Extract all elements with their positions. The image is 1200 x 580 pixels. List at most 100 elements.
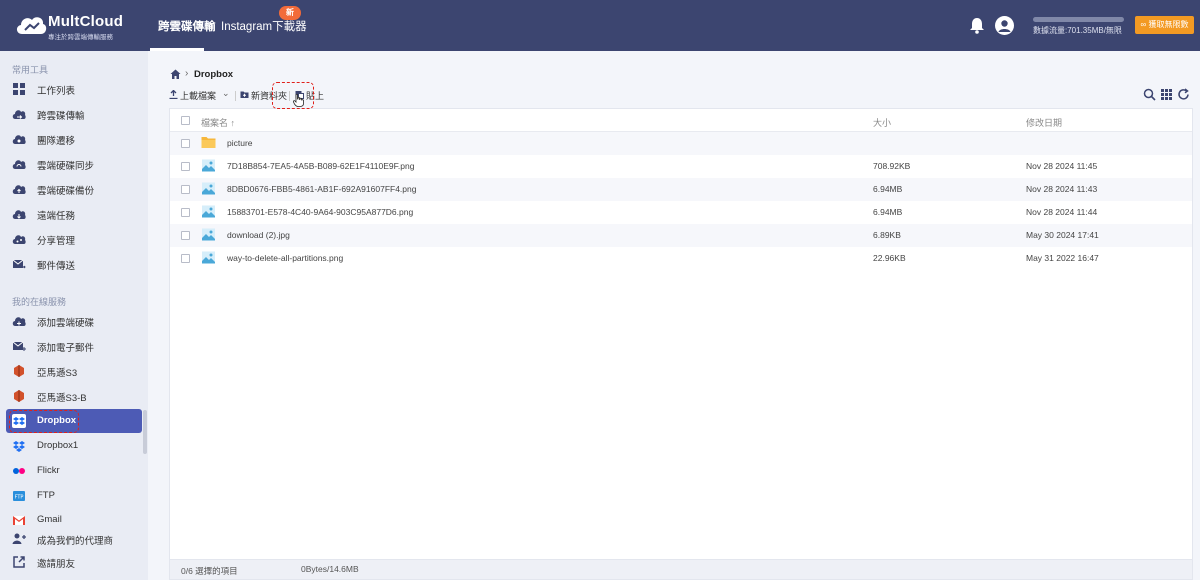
folder-icon [201, 137, 216, 148]
file-date: Nov 28 2024 11:43 [1026, 184, 1098, 194]
sidebar-item-add-email[interactable]: 添加電子郵件 [6, 334, 142, 358]
sidebar-item-cloud-sync[interactable]: 雲端硬碟同步 [6, 152, 142, 176]
file-size: 6.89KB [873, 230, 901, 240]
breadcrumb-current[interactable]: Dropbox [194, 69, 233, 80]
sidebar-item-label: 添加電子郵件 [37, 343, 95, 354]
tab-cloud-transfer[interactable]: 跨雲碟傳輸 [158, 18, 216, 34]
traffic-progress-bar [1033, 17, 1124, 22]
status-footer: 0/6 選擇的項目 0Bytes/14.6MB [169, 560, 1193, 580]
sidebar-item-team-migration[interactable]: 團隊遷移 [6, 127, 142, 151]
sidebar-item-amazon-s3-b[interactable]: 亞馬遜S3-B [6, 384, 142, 408]
sidebar-item-cloud-transfer[interactable]: 跨雲碟傳輸 [6, 102, 142, 126]
team-migrate-icon [12, 135, 26, 144]
file-size: 6.94MB [873, 184, 903, 194]
multcloud-logo-icon [16, 17, 47, 34]
sort-arrow-icon: ↑ [230, 118, 236, 128]
select-all-checkbox[interactable] [181, 116, 190, 125]
row-checkbox[interactable] [181, 162, 190, 171]
file-name[interactable]: 8DBD0676-FBB5-4861-AB1F-692A91607FF4.png [227, 184, 416, 194]
toolbar-divider [235, 91, 236, 101]
image-file-icon [202, 205, 215, 218]
column-header-size[interactable]: 大小 [873, 116, 891, 129]
row-checkbox[interactable] [181, 139, 190, 148]
file-name[interactable]: way-to-delete-all-partitions.png [227, 253, 343, 263]
sidebar-item-invite-friends[interactable]: 邀請朋友 [6, 550, 142, 574]
table-row[interactable]: 15883701-E578-4C40-9A64-903C95A877D6.png… [170, 201, 1192, 224]
new-badge: 新 [279, 6, 301, 20]
top-bar: MultCloud 專注於跨雲端傳輸服務 跨雲碟傳輸 Instagram下載器 … [0, 0, 1200, 51]
table-row[interactable]: download (2).jpg 6.89KB May 30 2024 17:4… [170, 224, 1192, 247]
file-table: 檔案名 ↑ 大小 修改日期 picture 7D18B854-7EA5-4A5B… [169, 108, 1193, 560]
sidebar-item-label: 跨雲碟傳輸 [37, 111, 85, 122]
bell-icon[interactable] [969, 17, 985, 34]
file-name[interactable]: picture [227, 138, 253, 148]
sidebar-item-task-list[interactable]: 工作列表 [6, 77, 142, 101]
sidebar-item-label: 雲端硬碟備份 [37, 186, 95, 197]
column-header-date[interactable]: 修改日期 [1026, 116, 1062, 129]
sidebar-item-email-migration[interactable]: 郵件傳送 [6, 252, 142, 276]
sidebar-item-flickr[interactable]: Flickr [6, 459, 142, 483]
file-date: May 31 2022 16:47 [1026, 253, 1099, 263]
user-avatar-icon[interactable] [995, 16, 1014, 35]
cloud-transfer-icon [12, 110, 26, 119]
grid-view-icon[interactable] [1160, 88, 1173, 101]
breadcrumb-separator: › [185, 68, 189, 79]
image-file-icon [202, 251, 215, 264]
sidebar-item-cloud-backup[interactable]: 雲端硬碟備份 [6, 177, 142, 201]
table-row[interactable]: 8DBD0676-FBB5-4861-AB1F-692A91607FF4.png… [170, 178, 1192, 201]
partner-icon [12, 533, 26, 544]
share-icon [12, 235, 26, 244]
refresh-icon[interactable] [1177, 88, 1190, 101]
app-name: MultCloud [48, 13, 124, 30]
row-checkbox[interactable] [181, 185, 190, 194]
gmail-icon [13, 516, 25, 525]
file-name[interactable]: 15883701-E578-4C40-9A64-903C95A877D6.png [227, 207, 413, 217]
table-row[interactable]: picture [170, 132, 1192, 155]
app-logo[interactable]: MultCloud 專注於跨雲端傳輸服務 [14, 11, 134, 41]
file-name[interactable]: 7D18B854-7EA5-4A5B-B089-62E1F4110E9F.png [227, 161, 414, 171]
file-name[interactable]: download (2).jpg [227, 230, 290, 240]
dropbox-icon [13, 441, 25, 452]
sidebar-item-remote-upload[interactable]: 遠端任務 [6, 202, 142, 226]
upgrade-button[interactable]: ∞ 獲取無限數 [1135, 16, 1194, 34]
sidebar-item-label: 團隊遷移 [37, 136, 76, 147]
column-header-name[interactable]: 檔案名 ↑ [201, 116, 235, 129]
sidebar-item-ftp[interactable]: FTP FTP [6, 484, 142, 508]
cloud-backup-icon [12, 185, 26, 194]
cloud-sync-icon [12, 160, 26, 169]
table-row[interactable]: 7D18B854-7EA5-4A5B-B089-62E1F4110E9F.png… [170, 155, 1192, 178]
sidebar-item-dropbox1[interactable]: Dropbox1 [6, 434, 142, 458]
row-checkbox[interactable] [181, 208, 190, 217]
sidebar-item-share-management[interactable]: 分享管理 [6, 227, 142, 251]
sidebar-item-label: 郵件傳送 [37, 261, 76, 272]
sidebar-section-online-services: 我的在線服務 [12, 297, 67, 307]
sidebar-item-become-partner[interactable]: 成為我們的代理商 [6, 527, 142, 551]
tab-instagram-downloader[interactable]: Instagram下載器 [221, 18, 307, 34]
search-icon[interactable] [1143, 88, 1156, 101]
sidebar-item-label: 添加雲端硬碟 [37, 318, 95, 329]
table-row[interactable]: way-to-delete-all-partitions.png 22.96KB… [170, 247, 1192, 270]
sidebar-item-add-cloud[interactable]: 添加雲端硬碟 [6, 309, 142, 333]
sidebar-item-amazon-s3[interactable]: 亞馬遜S3 [6, 359, 142, 383]
row-checkbox[interactable] [181, 231, 190, 240]
traffic-text: 數據流量:701.35MB/無限 [1033, 26, 1122, 35]
sidebar-item-label: 雲端硬碟同步 [37, 161, 95, 172]
sidebar-scrollbar[interactable] [143, 410, 147, 454]
image-file-icon [202, 159, 215, 172]
dropbox-highlight-box [9, 410, 79, 433]
upload-label: 上載檔案 [180, 91, 217, 101]
amazon-s3-icon [14, 365, 24, 377]
row-checkbox[interactable] [181, 254, 190, 263]
hand-cursor-icon [293, 94, 304, 107]
file-size: 708.92KB [873, 161, 911, 171]
toolbar: 上載檔案 ⌄ 新資料夾 貼上 [169, 88, 349, 105]
add-email-icon [12, 341, 26, 351]
grid-icon [13, 83, 25, 95]
flickr-icon [13, 468, 25, 474]
table-header: 檔案名 ↑ 大小 修改日期 [170, 109, 1192, 132]
upload-icon [169, 90, 178, 99]
image-file-icon [202, 228, 215, 241]
home-icon[interactable] [170, 69, 181, 80]
file-size: 22.96KB [873, 253, 906, 263]
new-folder-icon [240, 91, 249, 98]
